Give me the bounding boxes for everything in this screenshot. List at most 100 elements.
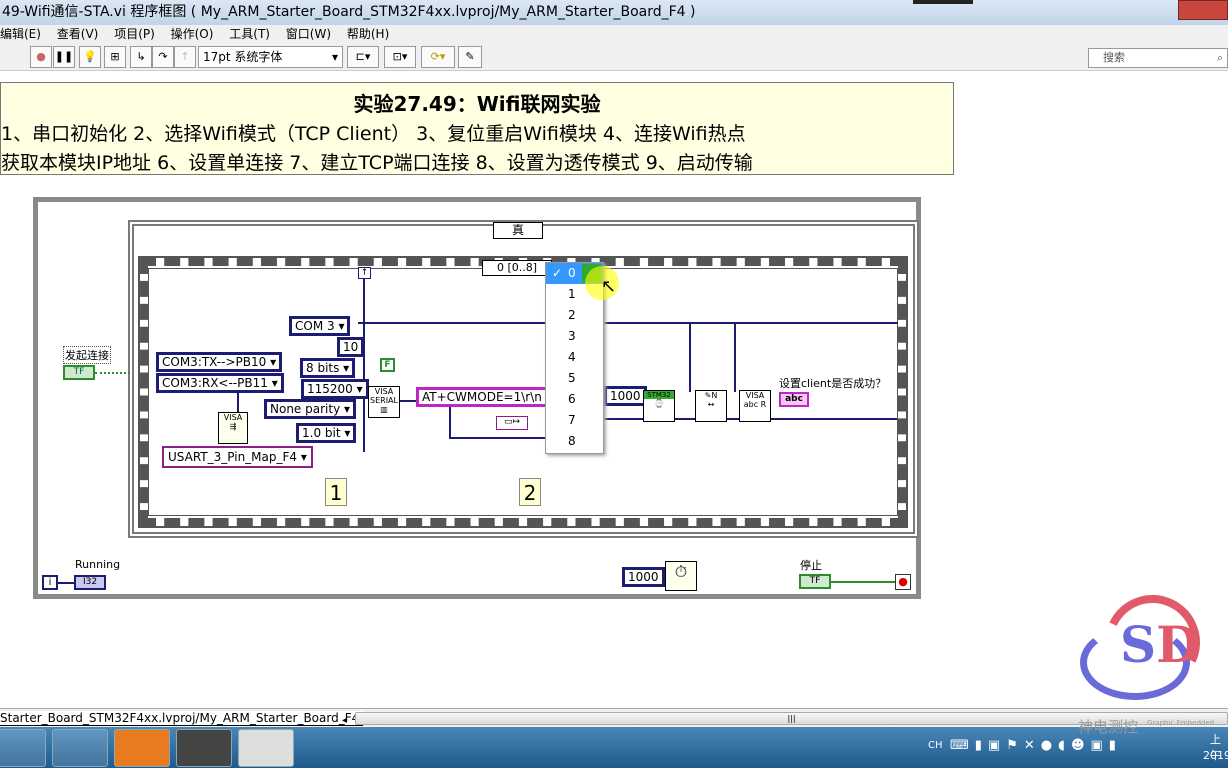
distribute-icon[interactable]: ⊡▾ — [384, 46, 416, 68]
stm32-wait-icon[interactable]: STM32 ⌚ — [643, 390, 675, 422]
tray-icons[interactable]: ⌨▮▣⚑✕●◖☻▣▮ — [950, 738, 1122, 753]
frame-number-1: 1 — [325, 478, 347, 506]
tx-pin-control[interactable]: COM3:TX-->PB10 ▾ — [156, 352, 283, 372]
font-select[interactable]: 17pt 系统字体 ▾ — [198, 46, 343, 68]
menu-bar: 编辑(E) 查看(V) 项目(P) 操作(O) 工具(T) 窗口(W) 帮助(H… — [0, 25, 1228, 43]
comment-line-1: 1、串口初始化 2、选择Wifi模式（TCP Client） 3、复位重启Wif… — [1, 123, 746, 145]
visa-pin-map-vi-icon[interactable]: VISA ⇶ — [218, 412, 248, 444]
rx-pin-value: COM3:RX<--PB11 — [162, 376, 268, 390]
false-constant[interactable]: F — [380, 358, 395, 372]
abort-icon[interactable]: ● — [30, 46, 52, 68]
toolbar: ● ❚❚ 💡 ⊞ ↳ ↷ ↑ 17pt 系统字体 ▾ ⊏▾ ⊡▾ ⟳▾ ✎ 搜索 ⌕ — [0, 43, 1228, 71]
frame-0-label: 0 — [568, 266, 576, 280]
pin-map-control[interactable]: USART_3_Pin_Map_F4 ▾ — [162, 446, 313, 468]
menu-item-frame-3[interactable]: 3 — [546, 326, 603, 347]
visa-configure-serial-icon[interactable]: VISA SERIAL ▥ — [368, 386, 400, 418]
close-button[interactable] — [1178, 0, 1228, 20]
com-port-value: COM 3 — [295, 319, 335, 333]
running-label: Running — [75, 558, 121, 571]
chevron-down-icon: ▾ — [331, 50, 338, 64]
project-path: Starter_Board_STM32F4xx.lvproj/My_ARM_St… — [0, 711, 364, 726]
taskbar-labview-icon[interactable] — [176, 729, 232, 767]
menu-window[interactable]: 窗口(W) — [286, 27, 331, 41]
cleanup-icon[interactable]: ✎ — [458, 46, 482, 68]
iteration-terminal: i — [42, 575, 58, 590]
connect-button-terminal[interactable]: TF — [63, 365, 95, 380]
menu-item-frame-6[interactable]: 6 — [546, 389, 603, 410]
case-selector-value: 真 — [511, 223, 524, 237]
step-over-icon[interactable]: ↷ — [152, 46, 174, 68]
visa-resource-control[interactable]: COM 3 ▾ — [289, 316, 351, 336]
rx-pin-control[interactable]: COM3:RX<--PB11 ▾ — [156, 373, 284, 393]
parity-value: None parity — [270, 402, 341, 416]
stop-label: 停止 — [800, 559, 822, 572]
font-value: 17pt 系统字体 — [203, 50, 283, 64]
case-selector[interactable]: 真 — [493, 222, 543, 239]
visa-read-icon[interactable]: VISA abc R — [739, 390, 771, 422]
wire — [449, 437, 549, 439]
align-icon[interactable]: ⊏▾ — [347, 46, 379, 68]
search-placeholder: 搜索 — [1103, 51, 1125, 64]
search-icon: ⌕ — [1216, 51, 1223, 64]
wire — [58, 582, 74, 584]
timeout-constant[interactable]: 10 — [337, 337, 365, 357]
taskbar-explorer-icon[interactable] — [0, 729, 46, 767]
menu-item-frame-5[interactable]: 5 — [546, 368, 603, 389]
concat-string-icon[interactable]: ▭↦ — [496, 416, 528, 430]
taskbar-pdf-icon[interactable] — [114, 729, 170, 767]
wire — [734, 322, 736, 392]
data-bits-control[interactable]: 8 bits ▾ — [300, 358, 356, 378]
input-language[interactable]: CH — [928, 740, 943, 751]
search-input[interactable]: 搜索 ⌕ — [1088, 48, 1228, 68]
menu-view[interactable]: 查看(V) — [57, 27, 99, 41]
title-indicator — [913, 0, 973, 4]
bool-wire — [95, 372, 130, 374]
stm32-label: STM32 — [644, 391, 674, 399]
sequence-selector-value: 0 [0..8] — [496, 261, 538, 274]
menu-item-frame-7[interactable]: 7 — [546, 410, 603, 431]
at-command-constant[interactable]: AT+CWMODE=1\r\n — [416, 387, 548, 407]
pin-map-value: USART_3_Pin_Map_F4 — [168, 450, 298, 464]
menu-item-frame-4[interactable]: 4 — [546, 347, 603, 368]
watermark-text: 神电测控 — [1078, 718, 1139, 736]
result-string-indicator[interactable]: abc — [779, 392, 809, 407]
pause-icon[interactable]: ❚❚ — [53, 46, 75, 68]
parity-control[interactable]: None parity ▾ — [264, 399, 357, 419]
menu-help[interactable]: 帮助(H) — [347, 27, 389, 41]
watermark-logo: SD — [1080, 581, 1220, 710]
taskbar-photo-icon[interactable] — [52, 729, 108, 767]
comment-box: 实验27.49：Wifi联网实验 1、串口初始化 2、选择Wifi模式（TCP … — [0, 82, 954, 175]
clock-date: 2019 — [1203, 749, 1228, 762]
stop-button-terminal[interactable]: TF — [799, 574, 831, 589]
sequence-local-icon: ↑ — [358, 267, 371, 279]
stop-bits-control[interactable]: 1.0 bit ▾ — [296, 423, 357, 443]
taskbar-camtasia-icon[interactable] — [238, 729, 294, 767]
step-into-icon[interactable]: ↳ — [130, 46, 152, 68]
baud-rate-control[interactable]: 115200 ▾ — [301, 379, 369, 399]
wait-metronome-icon[interactable]: ⏱ — [665, 561, 697, 591]
wire — [689, 322, 691, 392]
wait-ms-constant[interactable]: 1000 — [604, 386, 647, 406]
comment-title: 实验27.49：Wifi联网实验 — [353, 92, 601, 116]
menu-operate[interactable]: 操作(O) — [171, 27, 214, 41]
sequence-selector[interactable]: 0 [0..8] — [482, 260, 552, 276]
comment-line-2: 获取本模块IP地址 6、设置单连接 7、建立TCP端口连接 8、设置为透传模式 … — [1, 152, 753, 174]
result-label: 设置client是否成功？ — [779, 377, 887, 390]
check-icon: ✓ — [552, 266, 563, 280]
menu-project[interactable]: 项目(P) — [114, 27, 155, 41]
step-out-icon[interactable]: ↑ — [174, 46, 196, 68]
reorder-icon[interactable]: ⟳▾ — [421, 46, 455, 68]
visa-write-icon[interactable]: ✎N ↔ — [695, 390, 727, 422]
retain-wire-icon[interactable]: ⊞ — [104, 46, 126, 68]
frame-number-2: 2 — [519, 478, 541, 506]
loop-wait-constant[interactable]: 1000 — [622, 567, 665, 587]
loop-condition-stop-icon[interactable]: ● — [895, 574, 911, 590]
menu-item-frame-2[interactable]: 2 — [546, 305, 603, 326]
highlight-bulb-icon[interactable]: 💡 — [79, 46, 101, 68]
menu-edit[interactable]: 编辑(E) — [0, 27, 41, 41]
menu-item-frame-8[interactable]: 8 — [546, 431, 603, 452]
watermark-subtext: Graphic Embedded — [1147, 719, 1215, 727]
menu-tools[interactable]: 工具(T) — [229, 27, 270, 41]
running-indicator[interactable]: I32 — [74, 575, 106, 590]
wire — [363, 277, 365, 452]
